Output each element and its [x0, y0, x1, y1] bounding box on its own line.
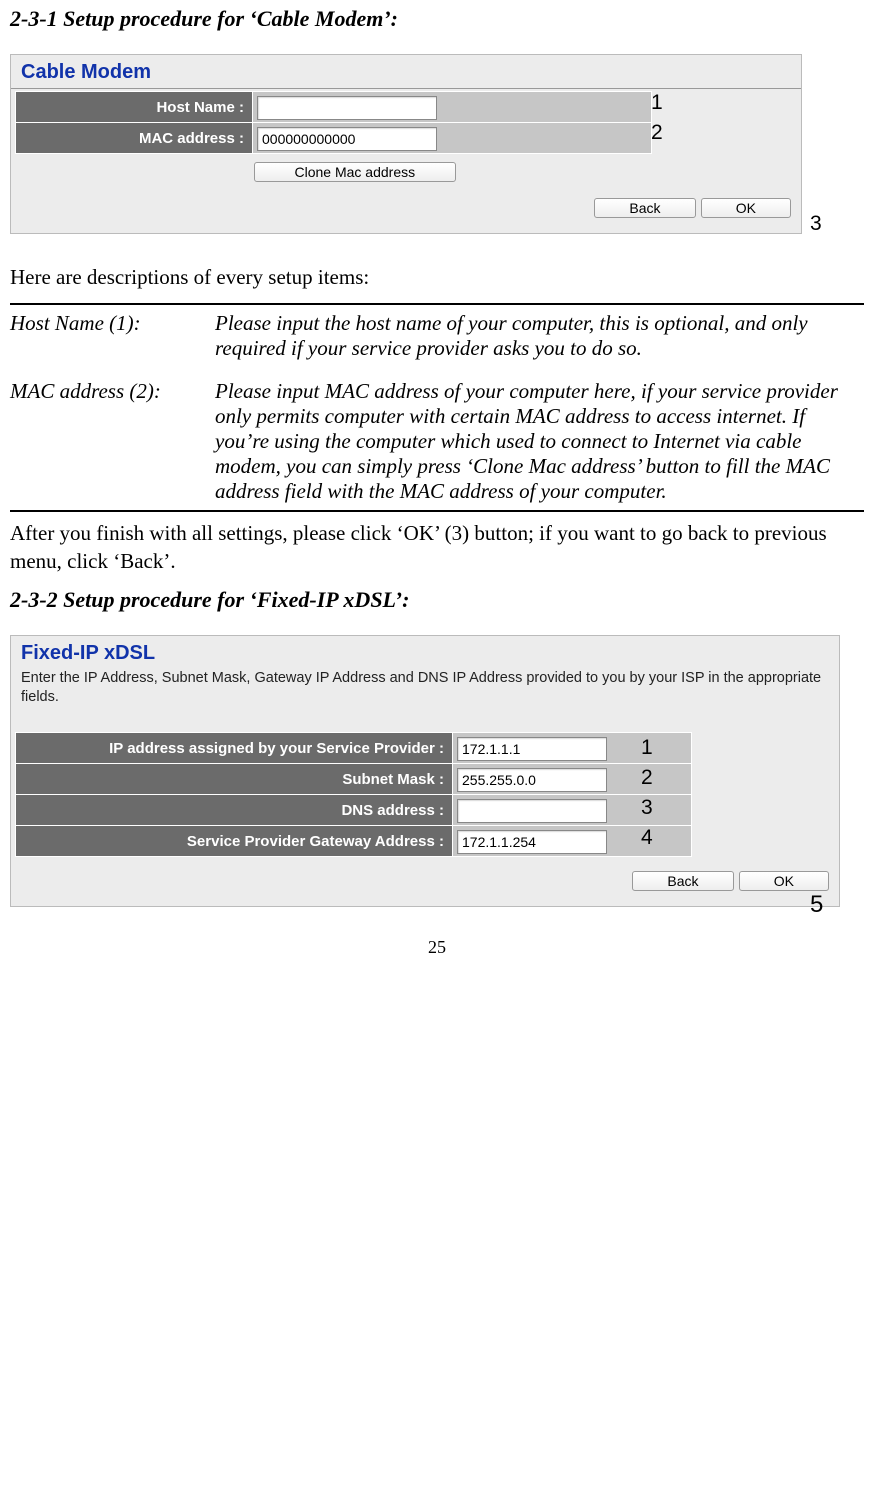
rule-bottom	[10, 510, 864, 512]
section-heading-2: 2-3-2 Setup procedure for ‘Fixed-IP xDSL…	[10, 587, 864, 613]
desc-term: MAC address (2):	[10, 379, 215, 504]
mask-input[interactable]	[457, 768, 607, 792]
desc-definition: Please input MAC address of your compute…	[215, 379, 864, 504]
after-text: After you finish with all settings, plea…	[10, 520, 864, 575]
desc-row-mac: MAC address (2): Please input MAC addres…	[10, 379, 864, 504]
dns-input[interactable]	[457, 799, 607, 823]
row-clone: Clone Mac address	[16, 154, 652, 185]
desc-term: Host Name (1):	[10, 311, 215, 361]
annotation-3: 3	[810, 212, 822, 236]
desc-definition: Please input the host name of your compu…	[215, 311, 864, 361]
ip-label: IP address assigned by your Service Prov…	[16, 733, 453, 764]
button-row: Back OK	[11, 857, 839, 892]
row-dns: DNS address :	[16, 795, 692, 826]
panel-title: Cable Modem	[11, 55, 801, 88]
row-mac-address: MAC address :	[16, 123, 652, 154]
mac-address-input[interactable]	[257, 127, 437, 151]
gateway-label: Service Provider Gateway Address :	[16, 826, 453, 857]
row-ip: IP address assigned by your Service Prov…	[16, 733, 692, 764]
fixed-ip-panel: Fixed-IP xDSL Enter the IP Address, Subn…	[10, 635, 840, 907]
annotation-4: 4	[641, 826, 653, 850]
annotation-3: 3	[641, 796, 653, 820]
panel-subtitle: Enter the IP Address, Subnet Mask, Gatew…	[11, 669, 839, 712]
annotation-1: 1	[641, 736, 653, 760]
host-name-input[interactable]	[257, 96, 437, 120]
annotation-5: 5	[810, 891, 823, 919]
desc-row-host: Host Name (1): Please input the host nam…	[10, 311, 864, 361]
dns-label: DNS address :	[16, 795, 453, 826]
annotation-1: 1	[651, 91, 663, 115]
back-button[interactable]: Back	[632, 871, 733, 891]
row-mask: Subnet Mask :	[16, 764, 692, 795]
annotation-2: 2	[641, 766, 653, 790]
annotation-2: 2	[651, 121, 663, 145]
divider	[11, 88, 801, 89]
button-row: Back OK	[11, 184, 801, 219]
row-host-name: Host Name :	[16, 92, 652, 123]
row-gateway: Service Provider Gateway Address :	[16, 826, 692, 857]
form-table: IP address assigned by your Service Prov…	[15, 732, 692, 857]
back-button[interactable]: Back	[594, 198, 695, 218]
gateway-input[interactable]	[457, 830, 607, 854]
panel-title: Fixed-IP xDSL	[11, 636, 839, 669]
mac-address-label: MAC address :	[16, 123, 253, 154]
rule-top	[10, 303, 864, 305]
ok-button[interactable]: OK	[739, 871, 829, 891]
host-name-label: Host Name :	[16, 92, 253, 123]
page-number: 25	[10, 937, 864, 958]
ok-button[interactable]: OK	[701, 198, 791, 218]
form-table: Host Name : MAC address : Clone Mac addr…	[15, 91, 652, 184]
intro-text: Here are descriptions of every setup ite…	[10, 264, 864, 291]
cable-modem-panel: Cable Modem Host Name : MAC address : Cl…	[10, 54, 802, 234]
clone-mac-button[interactable]: Clone Mac address	[254, 162, 457, 182]
section-heading-1: 2-3-1 Setup procedure for ‘Cable Modem’:	[10, 6, 864, 32]
mask-label: Subnet Mask :	[16, 764, 453, 795]
ip-input[interactable]	[457, 737, 607, 761]
